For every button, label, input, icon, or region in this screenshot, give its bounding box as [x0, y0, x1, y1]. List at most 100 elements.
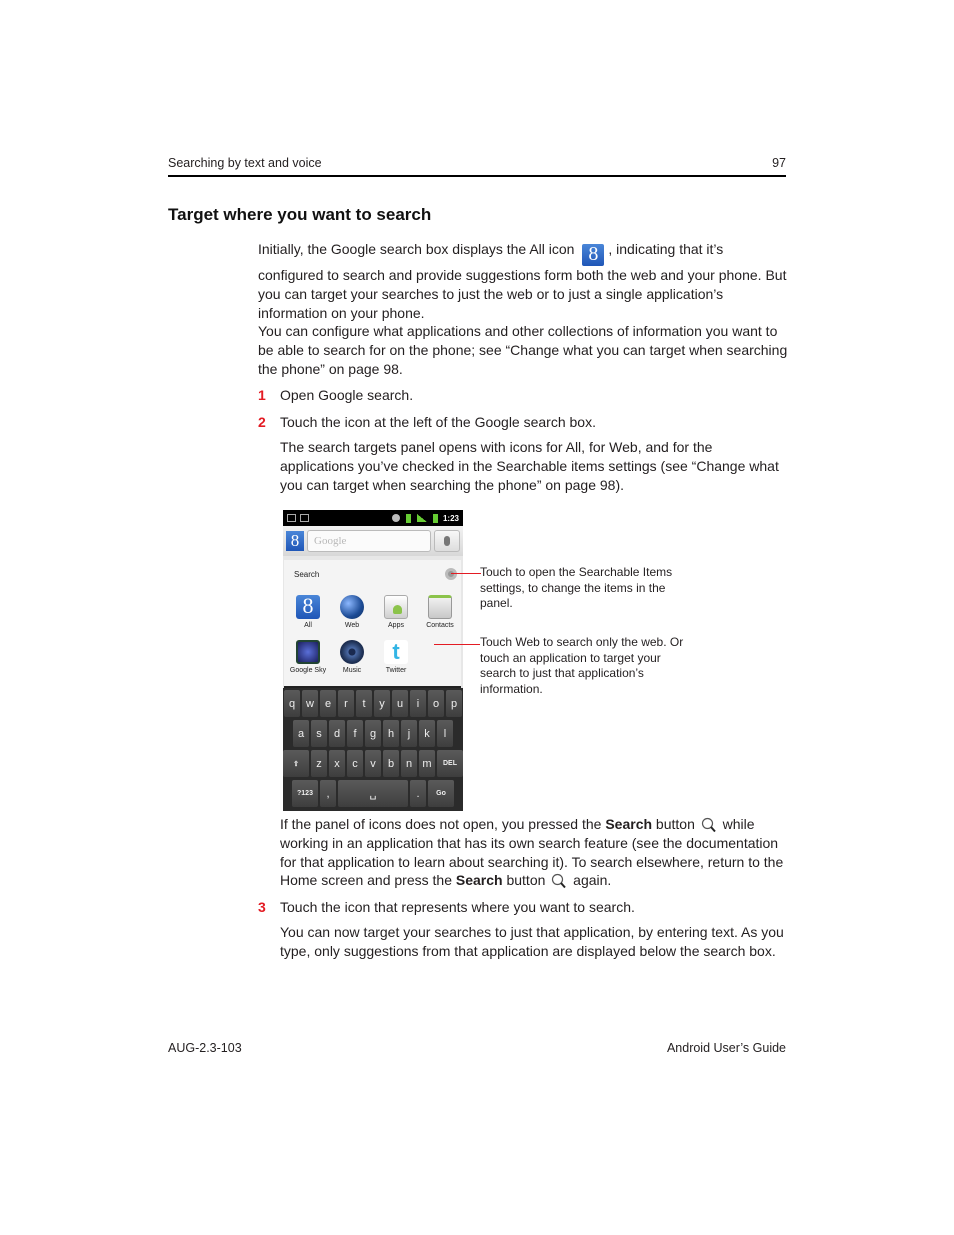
- keyboard-row-1: qwertyuiop: [284, 690, 462, 717]
- note-text: button: [652, 816, 699, 832]
- section-title: Target where you want to search: [168, 205, 432, 224]
- panel-title: Search: [294, 570, 320, 579]
- key-g[interactable]: g: [365, 720, 381, 747]
- target-label: Google Sky: [289, 667, 327, 674]
- key-v[interactable]: v: [365, 750, 381, 777]
- search-button-label: Search: [455, 872, 503, 889]
- key-go[interactable]: Go: [428, 780, 454, 807]
- key-j[interactable]: j: [401, 720, 417, 747]
- twitter-icon: t: [384, 640, 408, 664]
- target-apps[interactable]: Apps: [374, 595, 418, 629]
- step-2-detail: The search targets panel opens with icon…: [280, 439, 779, 493]
- target-google-sky[interactable]: Google Sky: [286, 640, 330, 674]
- key-a[interactable]: a: [293, 720, 309, 747]
- target-music[interactable]: Music: [330, 640, 374, 674]
- google-search-bar: 8 Google: [283, 526, 463, 556]
- step-text: Touch the icon at the left of the Google…: [280, 414, 596, 430]
- soft-keyboard: qwertyuiop asdfghjkl ⇧ z x c v b n m DEL ?123, ␣.…: [283, 688, 463, 811]
- target-label: Twitter: [385, 667, 407, 674]
- note-text: If the panel of icons does not open, you…: [280, 816, 606, 832]
- note-text: again.: [569, 872, 612, 889]
- key-d[interactable]: d: [329, 720, 345, 747]
- step-text: Touch the icon that represents where you…: [280, 899, 635, 915]
- status-bar: 1:23: [283, 510, 463, 526]
- callout-line-settings: [451, 573, 481, 574]
- step-3: 3 Touch the icon that represents where yo…: [258, 898, 635, 917]
- step-3-detail: You can now target your searches to just…: [280, 924, 784, 959]
- signal-icon: [416, 514, 427, 522]
- key-period[interactable]: .: [410, 780, 426, 807]
- key-y[interactable]: y: [374, 690, 390, 717]
- key-n[interactable]: n: [401, 750, 417, 777]
- key-h[interactable]: h: [383, 720, 399, 747]
- chapter-title: Searching by text and voice: [168, 156, 322, 170]
- key-l[interactable]: l: [437, 720, 453, 747]
- calendar-notification-icon: [300, 514, 309, 522]
- key-u[interactable]: u: [392, 690, 408, 717]
- target-twitter[interactable]: t Twitter: [374, 640, 418, 674]
- voice-search-button[interactable]: [434, 530, 460, 552]
- market-apps-icon: [384, 595, 408, 619]
- target-web[interactable]: Web: [330, 595, 374, 629]
- gmail-notification-icon: [287, 514, 296, 522]
- note-text: button: [502, 872, 550, 889]
- key-comma[interactable]: ,: [320, 780, 336, 807]
- keyboard-row-3: ⇧ z x c v b n m DEL: [283, 750, 463, 777]
- key-c[interactable]: c: [347, 750, 363, 777]
- key-r[interactable]: r: [338, 690, 354, 717]
- page-number: 97: [772, 156, 786, 170]
- status-time: 1:23: [442, 513, 459, 523]
- target-all[interactable]: 8 All: [286, 595, 330, 629]
- keyboard-row-4: ?123, ␣. Go: [284, 780, 462, 807]
- search-targets-panel: Search 8 All Web Apps Contacts Google Sk…: [284, 560, 461, 688]
- step-1: 1 Open Google search.: [258, 386, 413, 405]
- intro-paragraph-1: Initially, the Google search box display…: [258, 240, 788, 322]
- target-label: All: [304, 622, 312, 629]
- google-search-input[interactable]: Google: [307, 530, 431, 552]
- microphone-icon: [444, 536, 450, 546]
- step-number: 3: [258, 899, 266, 915]
- intro-paragraph-2: You can configure what applications and …: [258, 323, 788, 377]
- key-e[interactable]: e: [320, 690, 336, 717]
- usb-debug-icon: [405, 513, 411, 523]
- search-target-button[interactable]: 8: [286, 531, 304, 551]
- key-p[interactable]: p: [446, 690, 462, 717]
- target-contacts[interactable]: Contacts: [418, 595, 462, 629]
- key-symbols[interactable]: ?123: [292, 780, 318, 807]
- music-speaker-icon: [340, 640, 364, 664]
- key-i[interactable]: i: [410, 690, 426, 717]
- search-icon: [701, 817, 716, 833]
- callout-settings: Touch to open the Searchable Items setti…: [480, 565, 673, 610]
- google-all-icon: 8: [582, 244, 605, 266]
- key-q[interactable]: q: [284, 690, 300, 717]
- key-s[interactable]: s: [311, 720, 327, 747]
- contacts-icon: [428, 595, 452, 619]
- key-w[interactable]: w: [302, 690, 318, 717]
- key-z[interactable]: z: [311, 750, 327, 777]
- key-del[interactable]: DEL: [437, 750, 463, 777]
- target-label: Web: [344, 622, 360, 629]
- target-label: Music: [342, 667, 362, 674]
- web-globe-icon: [340, 595, 364, 619]
- gear-icon[interactable]: [445, 568, 457, 580]
- key-space[interactable]: ␣: [338, 780, 408, 807]
- search-icon: [552, 874, 567, 889]
- document-id: AUG-2.3-103: [168, 1041, 242, 1055]
- guide-title: Android User’s Guide: [666, 1041, 786, 1055]
- key-t[interactable]: t: [356, 690, 372, 717]
- key-f[interactable]: f: [347, 720, 363, 747]
- intro-text-before-icon: Initially, the Google search box display…: [258, 241, 575, 257]
- callout-line-web: [434, 644, 480, 645]
- key-b[interactable]: b: [383, 750, 399, 777]
- key-m[interactable]: m: [419, 750, 435, 777]
- gps-icon: [391, 514, 400, 522]
- key-shift[interactable]: ⇧: [283, 750, 309, 777]
- key-x[interactable]: x: [329, 750, 345, 777]
- step-number: 1: [258, 387, 266, 403]
- step-number: 2: [258, 414, 266, 430]
- key-o[interactable]: o: [428, 690, 444, 717]
- header-rule: [168, 175, 786, 177]
- key-k[interactable]: k: [419, 720, 435, 747]
- google-sky-icon: [296, 640, 320, 664]
- keyboard-row-2: asdfghjkl: [284, 720, 462, 747]
